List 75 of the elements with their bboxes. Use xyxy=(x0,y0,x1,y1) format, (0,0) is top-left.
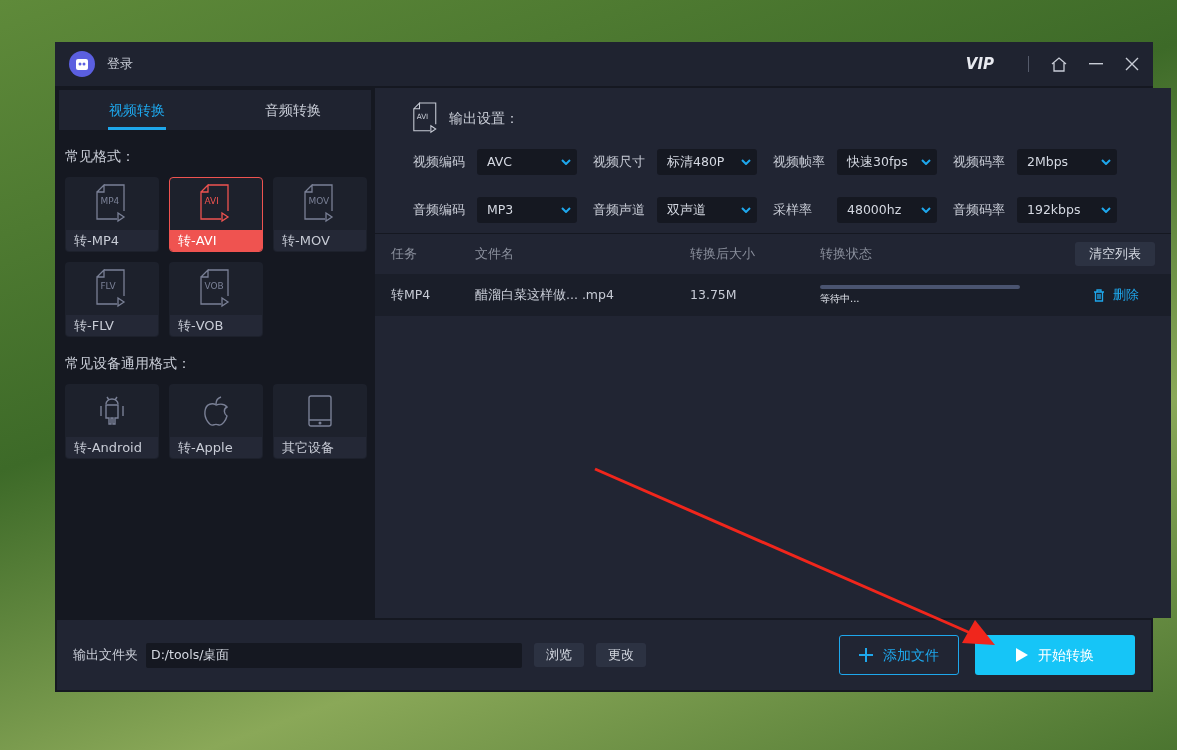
format-tile[interactable]: FLV 转-FLV xyxy=(65,262,159,337)
format-tile[interactable]: 转-Android xyxy=(65,384,159,459)
dropdown[interactable]: 48000hz xyxy=(837,197,937,223)
format-tile[interactable]: 其它设备 xyxy=(273,384,367,459)
field-label: 视频编码 xyxy=(413,152,466,171)
field-label: 音频编码 xyxy=(413,200,466,219)
video-file-icon xyxy=(200,184,232,224)
column-header: 转换状态 xyxy=(820,245,872,261)
format-tile[interactable]: VOB 转-VOB xyxy=(169,262,263,337)
apple-icon xyxy=(203,395,229,427)
settings-title: 输出设置： xyxy=(449,109,519,128)
window-title[interactable]: 登录 xyxy=(107,54,133,74)
chevron-down-icon xyxy=(921,159,931,165)
android-icon xyxy=(98,395,126,427)
field-label: 输出文件夹 xyxy=(73,646,138,665)
output-folder-field[interactable]: D:/tools/桌面 xyxy=(146,642,522,668)
chevron-down-icon xyxy=(561,207,571,213)
dropdown[interactable]: 192kbps xyxy=(1017,197,1117,223)
change-button[interactable]: 更改 xyxy=(596,642,646,668)
column-header: 转换后大小 xyxy=(690,245,755,261)
chevron-down-icon xyxy=(741,159,751,165)
icon-label: MP4 xyxy=(100,197,120,207)
format-tile[interactable]: MP4 转-MP4 xyxy=(65,177,159,252)
dropdown[interactable]: MP3 xyxy=(477,197,577,223)
column-header: 任务 xyxy=(391,245,417,261)
table-cell: 醋溜白菜这样做... .mp4 xyxy=(475,286,614,302)
chevron-down-icon xyxy=(741,207,751,213)
field-label: 视频尺寸 xyxy=(593,152,646,171)
chevron-down-icon xyxy=(561,159,571,165)
section-heading: 常见格式： xyxy=(64,147,136,166)
chevron-down-icon xyxy=(1101,159,1111,165)
format-tile[interactable]: MOV 转-MOV xyxy=(273,177,367,252)
icon-label: MOV xyxy=(308,197,330,207)
clear-list-button[interactable]: 清空列表 xyxy=(1075,241,1155,267)
add-files-button[interactable]: 添加文件 xyxy=(839,635,959,675)
home-icon[interactable] xyxy=(1051,56,1067,72)
play-icon xyxy=(1016,648,1028,662)
section-heading: 常见设备通用格式： xyxy=(64,354,192,373)
dropdown[interactable]: AVC xyxy=(477,149,577,175)
vip-label[interactable]: VIP xyxy=(965,52,994,76)
video-file-icon xyxy=(200,269,232,309)
video-file-icon xyxy=(413,102,439,135)
column-header: 文件名 xyxy=(475,245,514,261)
icon-label: AVI xyxy=(204,197,219,207)
video-file-icon xyxy=(304,184,336,224)
field-label: 音频声道 xyxy=(593,200,646,219)
browse-button[interactable]: 浏览 xyxy=(534,642,584,668)
delete-button[interactable]: 删除 xyxy=(1093,285,1139,305)
app-logo-icon xyxy=(69,51,95,77)
field-label: 视频码率 xyxy=(953,152,1006,171)
trash-icon xyxy=(1093,288,1105,302)
chevron-down-icon xyxy=(921,207,931,213)
dropdown[interactable]: 双声道 xyxy=(657,197,757,223)
format-tile[interactable]: AVI 转-AVI xyxy=(169,177,263,252)
icon-label: FLV xyxy=(100,282,116,292)
table-cell: 13.75M xyxy=(690,286,737,302)
tablet-icon xyxy=(308,395,332,427)
table-cell: 转MP4 xyxy=(391,286,431,302)
plus-icon xyxy=(859,648,873,662)
field-label: 视频帧率 xyxy=(773,152,826,171)
icon-label: VOB xyxy=(204,282,224,292)
dropdown[interactable]: 快速30fps xyxy=(837,149,937,175)
status-text: 等待中... xyxy=(820,291,861,306)
tab[interactable]: 视频转换 xyxy=(59,90,215,130)
chevron-down-icon xyxy=(1101,207,1111,213)
field-label: 采样率 xyxy=(773,200,813,219)
field-label: 音频码率 xyxy=(953,200,1006,219)
format-tile[interactable]: 转-Apple xyxy=(169,384,263,459)
video-file-icon xyxy=(96,269,128,309)
dropdown[interactable]: 2Mbps xyxy=(1017,149,1117,175)
tab[interactable]: 音频转换 xyxy=(215,90,371,130)
close-icon[interactable] xyxy=(1125,57,1139,71)
video-file-icon xyxy=(96,184,128,224)
dropdown[interactable]: 标清480P xyxy=(657,149,757,175)
minimize-icon[interactable] xyxy=(1089,63,1103,65)
